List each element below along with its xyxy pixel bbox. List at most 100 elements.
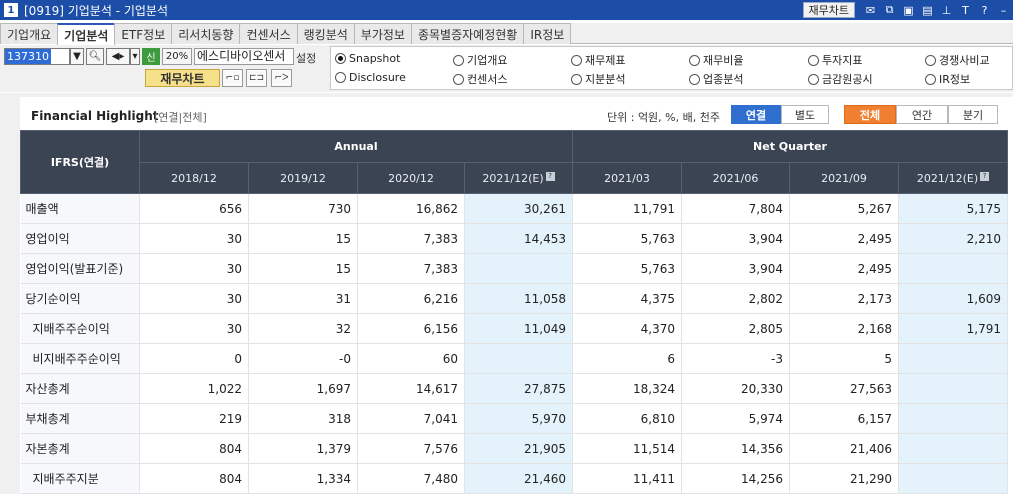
table-cell: 16,862 <box>357 193 465 224</box>
table-cell: 11,411 <box>572 463 683 494</box>
tab-additional-info[interactable]: 부가정보 <box>353 23 412 44</box>
table-cell: 0 <box>139 343 249 374</box>
tab-ranking-analysis[interactable]: 랭킹분석 <box>296 23 355 44</box>
radio-financial-statements[interactable]: 재무제표 <box>571 52 625 68</box>
titlebar-controls: 재무차트 ✉ ⧉ ▣ ▤ ⊥ T ? – <box>802 0 1013 20</box>
toggle-consolidated[interactable]: 연결 <box>731 105 781 124</box>
menu-radio-panel: Snapshot 기업개요 재무제표 재무비율 투자지표 경쟁사비교 Discl… <box>330 46 1013 90</box>
period-header: 2021/06 <box>681 162 791 194</box>
table-cell: 14,617 <box>357 373 465 404</box>
font-icon[interactable]: T <box>958 3 973 17</box>
help-icon[interactable]: ? <box>977 3 992 17</box>
table-cell: 5,763 <box>572 253 683 284</box>
tab-ir-info[interactable]: IR정보 <box>523 23 572 44</box>
financial-chart-title-button[interactable]: 재무차트 <box>802 2 855 18</box>
radio-company-overview[interactable]: 기업개요 <box>453 52 507 68</box>
row-header-ifrs: IFRS(연결) <box>20 130 140 194</box>
table-cell: 14,256 <box>681 463 791 494</box>
table-cell: 1,379 <box>248 433 358 464</box>
link-icon[interactable]: ⧉ <box>882 3 897 17</box>
radio-consensus[interactable]: 컨센서스 <box>453 71 507 87</box>
row-label: 영업이익 <box>20 223 140 254</box>
table-cell: 5,970 <box>464 403 574 434</box>
row-label: 비지배주주순이익 <box>20 343 140 374</box>
speaker-icon[interactable]: ◀▸ <box>106 48 130 65</box>
radio-peer-comparison[interactable]: 경쟁사비교 <box>925 52 990 68</box>
radio-ir-info[interactable]: IR정보 <box>925 71 970 87</box>
search-icon[interactable]: 🔍︎ <box>86 48 104 65</box>
radio-dot-icon <box>335 53 346 64</box>
table-cell: 5,267 <box>789 193 900 224</box>
text-toggle-icon[interactable]: ⌐ᐳ <box>271 69 292 87</box>
minimize-icon[interactable]: – <box>996 3 1011 17</box>
table-cell: 7,041 <box>357 403 465 434</box>
financial-highlight-title: Financial Highlight <box>31 109 159 123</box>
table-cell: 2,802 <box>681 283 791 314</box>
row-label: 영업이익(발표기준) <box>20 253 140 284</box>
toggle-quarter[interactable]: 분기 <box>948 105 998 124</box>
table-cell: 21,905 <box>464 433 574 464</box>
chart-toggle-icon[interactable]: ⌐▫ <box>222 69 243 87</box>
table-row: 자산총계 1,022 1,697 14,617 27,875 18,324 20,330 27… <box>20 373 1009 404</box>
table-cell: 20,330 <box>681 373 791 404</box>
tab-research-trends[interactable]: 리서치동향 <box>171 23 241 44</box>
window-split-icon[interactable]: ▣ <box>901 3 916 17</box>
table-cell: 14,453 <box>464 223 574 254</box>
period-header: 2021/03 <box>572 162 683 194</box>
radio-dot-icon <box>925 54 936 66</box>
radio-snapshot[interactable]: Snapshot <box>335 52 400 65</box>
table-cell: 31 <box>248 283 358 314</box>
radio-dot-icon <box>571 73 582 85</box>
radio-dot-icon <box>808 54 819 66</box>
table-cell: 219 <box>139 403 249 434</box>
mail-icon[interactable]: ✉ <box>863 3 878 17</box>
toggle-annual[interactable]: 연간 <box>896 105 948 124</box>
tab-consensus[interactable]: 컨센서스 <box>239 23 298 44</box>
radio-ownership-analysis[interactable]: 지분분석 <box>571 71 625 87</box>
tab-capital-increase-schedule[interactable]: 종목별증자예정현황 <box>410 23 525 44</box>
radio-disclosure[interactable]: Disclosure <box>335 71 406 84</box>
radio-investment-indicators[interactable]: 투자지표 <box>808 52 862 68</box>
tab-etf-info[interactable]: ETF정보 <box>114 23 173 44</box>
radio-fss-disclosure[interactable]: 금감원공시 <box>808 71 873 87</box>
table-row: 매출액 656 730 16,862 30,261 11,791 7,804 5,267 5,1… <box>20 193 1009 224</box>
table-cell: 27,875 <box>464 373 574 404</box>
toggle-all[interactable]: 전체 <box>844 105 896 124</box>
window-list-icon[interactable]: ▤ <box>920 3 935 17</box>
table-cell: 2,168 <box>789 313 900 344</box>
stock-code-input[interactable]: 137310 <box>4 48 70 65</box>
table-cell: 5,175 <box>898 193 1009 224</box>
financial-highlight-body: 매출액 656 730 16,862 30,261 11,791 7,804 5,267 5,1… <box>20 193 1009 494</box>
settings-link[interactable]: 설정 <box>296 50 316 66</box>
window-title: [0919] 기업분석 - 기업분석 <box>24 3 168 18</box>
table-cell <box>898 343 1009 374</box>
table-row: 지배주주순이익 30 32 6,156 11,049 4,370 2,805 2,168 1,7… <box>20 313 1009 344</box>
period-header: 2020/12 <box>357 162 465 194</box>
compare-icon[interactable]: ⊏⊐ <box>246 69 267 87</box>
financial-chart-button[interactable]: 재무차트 <box>145 69 220 87</box>
table-cell: 2,805 <box>681 313 791 344</box>
margin-rate-badge: 20% <box>162 48 192 65</box>
info-icon[interactable]: ? <box>980 171 990 181</box>
radio-financial-ratios[interactable]: 재무비율 <box>689 52 743 68</box>
info-icon[interactable]: ? <box>545 171 555 181</box>
table-cell: 5 <box>789 343 900 374</box>
table-cell: 30 <box>139 313 249 344</box>
pin-icon[interactable]: ⊥ <box>939 3 954 17</box>
table-cell: 11,514 <box>572 433 683 464</box>
radio-industry-analysis[interactable]: 업종분석 <box>689 71 743 87</box>
period-header: 2018/12 <box>139 162 249 194</box>
tab-company-analysis[interactable]: 기업분석 <box>57 23 116 45</box>
tab-company-overview[interactable]: 기업개요 <box>0 23 59 44</box>
table-cell: -0 <box>248 343 358 374</box>
speaker-dropdown-icon[interactable]: ▾ <box>130 48 140 65</box>
toggle-separate[interactable]: 별도 <box>781 105 829 124</box>
table-cell: 15 <box>248 253 358 284</box>
table-cell <box>898 253 1009 284</box>
table-cell: 21,406 <box>789 433 900 464</box>
window-titlebar: 1 [0919] 기업분석 - 기업분석 재무차트 ✉ ⧉ ▣ ▤ ⊥ T ? … <box>0 0 1013 20</box>
table-cell: 11,791 <box>572 193 683 224</box>
radio-dot-icon <box>335 72 346 83</box>
stock-code-dropdown-icon[interactable]: ▼ <box>70 48 84 65</box>
table-cell: 804 <box>139 463 249 494</box>
